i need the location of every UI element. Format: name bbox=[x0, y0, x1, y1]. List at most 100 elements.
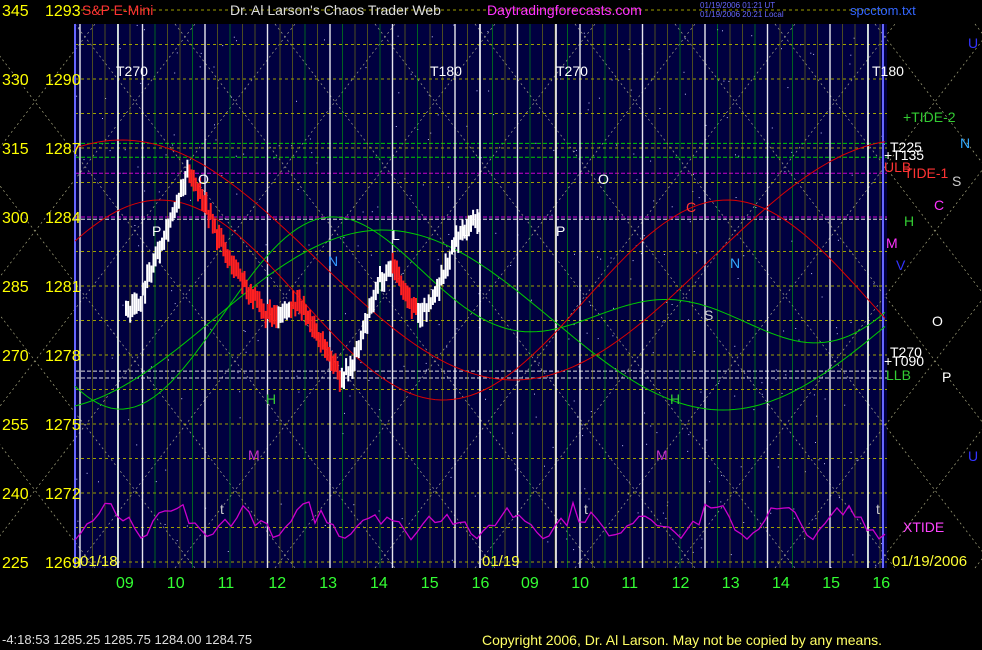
star-dot bbox=[633, 153, 635, 155]
star-dot bbox=[613, 307, 614, 309]
star-dot bbox=[278, 145, 280, 147]
star-dot bbox=[277, 490, 279, 492]
right-level-label: +TIDE-2 bbox=[903, 109, 956, 125]
x-tick-label: 10 bbox=[167, 575, 185, 592]
star-dot bbox=[793, 517, 795, 519]
star-dot bbox=[616, 144, 618, 146]
star-dot bbox=[378, 510, 380, 512]
planet-letter: C bbox=[934, 197, 944, 213]
star-dot bbox=[296, 375, 298, 377]
star-dot bbox=[168, 359, 169, 361]
star-dot bbox=[298, 391, 300, 393]
star-dot bbox=[155, 481, 157, 483]
star-dot bbox=[693, 351, 695, 352]
chart-letter: M bbox=[656, 447, 668, 463]
star-dot bbox=[611, 79, 613, 81]
star-dot bbox=[836, 333, 838, 335]
star-dot bbox=[709, 481, 711, 483]
star-dot bbox=[718, 382, 720, 384]
star-dot bbox=[245, 351, 247, 353]
timestamp-ut: 01/19/2006 01:21 UT bbox=[700, 1, 775, 10]
star-dot bbox=[590, 411, 592, 412]
star-dot bbox=[410, 195, 412, 197]
star-dot bbox=[700, 391, 702, 393]
star-dot bbox=[610, 257, 612, 259]
star-dot bbox=[815, 442, 816, 443]
copyright-text: Copyright 2006, Dr. Al Larson. May not b… bbox=[482, 632, 883, 648]
star-dot bbox=[535, 416, 537, 418]
star-dot bbox=[430, 289, 432, 290]
star-dot bbox=[215, 139, 217, 141]
star-dot bbox=[856, 459, 858, 461]
star-dot bbox=[280, 503, 282, 505]
star-dot bbox=[815, 518, 817, 520]
star-dot bbox=[800, 44, 802, 46]
planet-letter: S bbox=[952, 173, 961, 189]
site-title: Daytradingforecasts.com bbox=[487, 2, 642, 18]
star-dot bbox=[853, 37, 855, 39]
star-dot bbox=[824, 398, 826, 400]
star-dot bbox=[622, 445, 624, 447]
star-dot bbox=[401, 518, 403, 520]
star-dot bbox=[849, 63, 851, 65]
star-dot bbox=[721, 474, 723, 476]
x-tick-label: 14 bbox=[370, 575, 388, 592]
star-dot bbox=[474, 495, 476, 497]
x-tick-label: 13 bbox=[319, 575, 337, 592]
chart-letter: P bbox=[556, 223, 565, 239]
star-dot bbox=[476, 90, 478, 92]
star-dot bbox=[165, 469, 167, 471]
star-dot bbox=[538, 362, 540, 364]
star-dot bbox=[553, 149, 555, 151]
star-dot bbox=[875, 564, 877, 566]
x-tick-label: 11 bbox=[621, 575, 638, 592]
star-dot bbox=[377, 206, 379, 208]
star-dot bbox=[630, 89, 632, 91]
star-dot bbox=[76, 478, 78, 480]
star-dot bbox=[871, 376, 873, 378]
x-tick-label: 11 bbox=[218, 575, 235, 592]
star-dot bbox=[243, 153, 245, 155]
star-dot bbox=[395, 126, 397, 127]
y-tick-label-left: 240 bbox=[2, 486, 29, 503]
star-dot bbox=[597, 338, 599, 340]
star-dot bbox=[237, 372, 239, 374]
star-dot bbox=[186, 525, 188, 527]
star-dot bbox=[324, 525, 326, 526]
star-dot bbox=[671, 304, 673, 305]
star-dot bbox=[136, 24, 138, 26]
star-dot bbox=[684, 38, 686, 40]
star-dot bbox=[485, 398, 486, 400]
star-dot bbox=[597, 256, 598, 258]
chart-letter: L bbox=[392, 227, 400, 243]
star-dot bbox=[371, 211, 373, 213]
y-tick-label-price: 1293 bbox=[45, 3, 81, 20]
star-dot bbox=[239, 391, 241, 393]
star-dot bbox=[345, 313, 346, 315]
star-dot bbox=[221, 175, 223, 177]
chart-letter: S bbox=[704, 307, 713, 323]
star-dot bbox=[446, 346, 448, 348]
star-dot bbox=[666, 301, 668, 303]
star-dot bbox=[720, 501, 722, 503]
star-dot bbox=[838, 497, 840, 499]
data-file-name: spcctom.txt bbox=[850, 3, 916, 18]
star-dot bbox=[398, 92, 400, 94]
star-dot bbox=[737, 278, 739, 279]
y-tick-label-left: 270 bbox=[2, 348, 29, 365]
planet-letter: V bbox=[896, 257, 906, 273]
chart-letter: t bbox=[876, 501, 880, 517]
star-dot bbox=[276, 419, 278, 421]
star-dot bbox=[493, 114, 495, 116]
star-dot bbox=[637, 512, 639, 514]
star-dot bbox=[403, 365, 405, 367]
star-dot bbox=[176, 52, 178, 54]
date-label: 01/19/2006 bbox=[892, 553, 967, 570]
chart-letter: C bbox=[686, 199, 696, 215]
star-dot bbox=[214, 124, 215, 126]
chart-canvas: 345 1293 330 1290 315 1287 300 1284 285 1281 270 12… bbox=[0, 0, 982, 628]
star-dot bbox=[818, 459, 820, 461]
star-dot bbox=[735, 154, 736, 156]
x-tick-label: 15 bbox=[822, 575, 840, 592]
star-dot bbox=[353, 504, 355, 506]
